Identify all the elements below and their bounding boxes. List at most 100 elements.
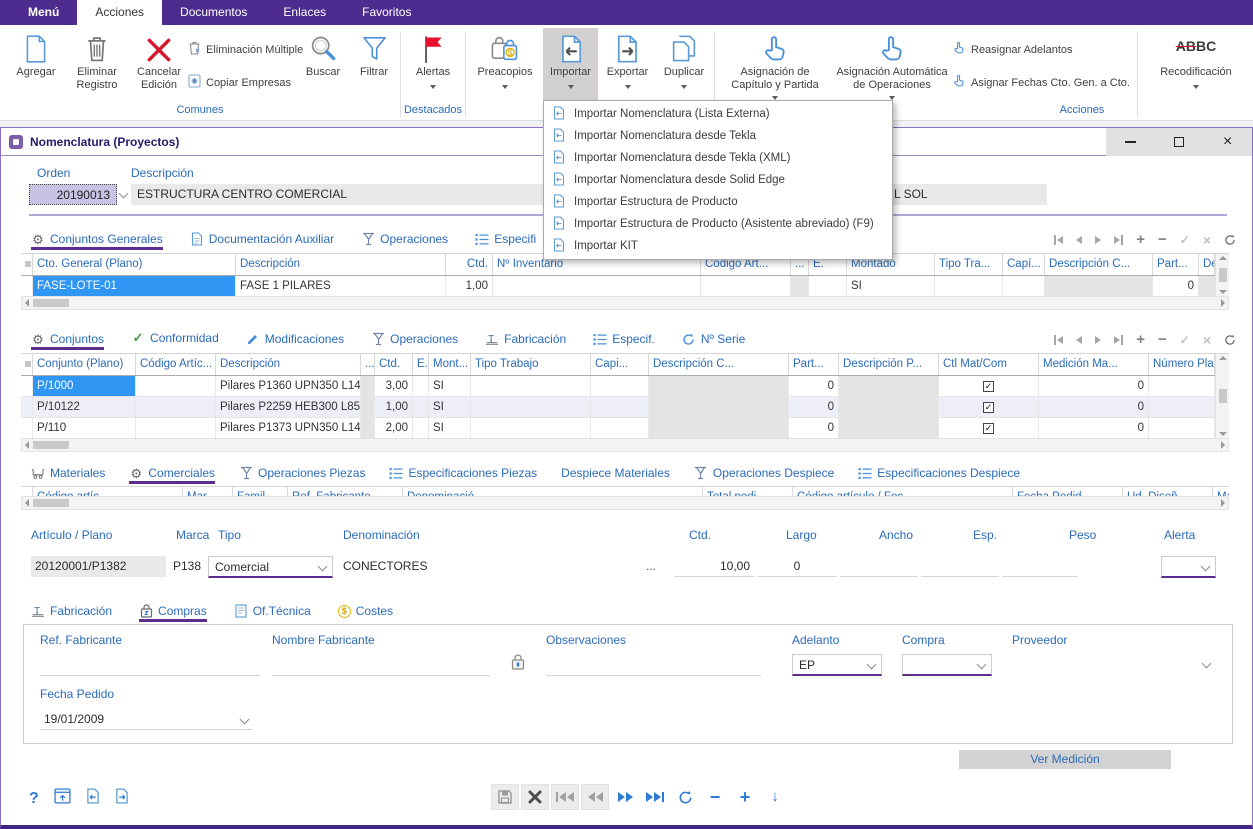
cell-ctl-matcom[interactable]: ✓ (939, 418, 1039, 438)
proveedor-select[interactable] (1012, 654, 1212, 676)
tab-operaciones-2[interactable]: Operaciones (371, 332, 458, 350)
column-header[interactable]: Ref. Fabricante (288, 487, 403, 496)
cell-montado[interactable]: SI (429, 376, 471, 396)
menu-item-importar-kit[interactable]: Importar KIT (544, 235, 892, 257)
cell-ctd[interactable]: 1,00 (446, 276, 493, 296)
import-page-icon[interactable] (86, 788, 100, 809)
alertas-button[interactable]: Alertas (404, 28, 462, 100)
agregar-button[interactable]: Agregar (8, 28, 64, 100)
column-header[interactable]: Descripción C... (1045, 254, 1153, 275)
lock-icon[interactable] (510, 653, 526, 676)
cell-ctd[interactable]: 2,00 (375, 418, 413, 438)
compra-select[interactable] (902, 654, 992, 676)
column-header[interactable]: Conjunto (Plano) (33, 354, 136, 375)
grid2-row-1[interactable]: P/1000 Pilares P1360 UPN350 L14980 3,00 … (21, 376, 1229, 397)
cell-descripcion-p[interactable] (839, 397, 939, 417)
cell-conjunto[interactable]: P/1000 (33, 376, 136, 396)
column-header[interactable]: Famil... (233, 487, 288, 496)
tab-conjuntos-generales[interactable]: ⚙Conjuntos Generales (31, 232, 163, 250)
tab-especificaciones-despiece[interactable]: Especificaciones Despiece (858, 466, 1020, 484)
cell-capitulo[interactable] (591, 397, 649, 417)
help-icon[interactable]: ? (29, 790, 39, 808)
tab-fabricacion-4[interactable]: Fabricación (31, 604, 112, 622)
cell-descripcion[interactable]: Pilares P2259 HEB300 L8566 (216, 397, 361, 417)
next-record-icon[interactable] (1095, 236, 1101, 244)
tab-fabricacion-2[interactable]: Fabricación (485, 332, 566, 350)
fecha-pedido-select[interactable]: 19/01/2009 (40, 709, 252, 730)
prev-record-icon[interactable] (1076, 336, 1082, 344)
column-header[interactable]: Mont... (429, 354, 471, 375)
preacopios-button[interactable]: $ Preacopios (469, 28, 541, 100)
largo-input[interactable]: 0 (757, 556, 837, 577)
cell-cto-general[interactable]: FASE-LOTE-01 (33, 276, 236, 296)
column-header[interactable]: Part... (789, 354, 839, 375)
cell-dots[interactable] (361, 418, 375, 438)
cell-ctd[interactable]: 1,00 (375, 397, 413, 417)
menu-tab-acciones[interactable]: Acciones (77, 0, 162, 25)
cell-descripcion-c[interactable] (1045, 276, 1153, 296)
cell-ctl-matcom[interactable]: ✓ (939, 376, 1039, 396)
menu-tab-menu[interactable]: Menú (10, 0, 77, 25)
menu-item-importar-estructura-asistente[interactable]: Importar Estructura de Producto (Asisten… (544, 213, 892, 235)
menu-item-importar-nomenclatura-lista-externa[interactable]: Importar Nomenclatura (Lista Externa) (544, 103, 892, 125)
eliminacion-multiple-button[interactable]: Eliminación Múltiple (188, 41, 303, 58)
adelanto-select[interactable]: EP (792, 654, 882, 676)
grid1-row[interactable]: FASE-LOTE-01 FASE 1 PILARES 1,00 SI 0 (21, 276, 1229, 297)
tab-of-tecnica[interactable]: Of.Técnica (234, 604, 311, 622)
save-button[interactable] (491, 784, 519, 810)
column-header[interactable]: Part... (1153, 254, 1199, 275)
first-record-icon[interactable] (1054, 235, 1063, 245)
column-header[interactable]: Descripción C... (649, 354, 789, 375)
column-header[interactable]: Capí... (1003, 254, 1045, 275)
ancho-input[interactable] (840, 556, 918, 577)
cell-descripcion[interactable]: Pilares P1360 UPN350 L14980 (216, 376, 361, 396)
cancelar-edicion-button[interactable]: Cancelar Edición (130, 28, 188, 100)
cell-numero-plano[interactable] (1149, 418, 1215, 438)
tab-documentacion-auxiliar[interactable]: Documentación Auxiliar (190, 232, 334, 250)
column-header[interactable]: Descripción P... (839, 354, 939, 375)
cell-dots[interactable] (791, 276, 809, 296)
ver-medicion-button[interactable]: Ver Medición (959, 750, 1171, 769)
cell-capitulo[interactable] (1003, 276, 1045, 296)
orden-input[interactable]: 20190013 (29, 184, 117, 205)
cell-medicion[interactable]: 0 (1039, 418, 1149, 438)
cancel-icon[interactable]: × (1203, 332, 1211, 348)
tab-operaciones-piezas[interactable]: Operaciones Piezas (239, 466, 365, 484)
cell-conjunto[interactable]: P/10122 (33, 397, 136, 417)
cell-codigo[interactable] (701, 276, 791, 296)
column-header[interactable]: Ctl Mat/Com (939, 354, 1039, 375)
cell-codigo[interactable] (136, 418, 216, 438)
column-header[interactable]: Código artículo / Fec... (793, 487, 1013, 496)
column-header[interactable]: Cto. General (Plano) (33, 254, 236, 275)
exportar-button[interactable]: Exportar (600, 28, 655, 100)
grid2-row-3[interactable]: P/110 Pilares P1373 UPN350 L14637 2,00 S… (21, 418, 1229, 439)
cell-dots[interactable] (361, 376, 375, 396)
grid2-row-2[interactable]: P/10122 Pilares P2259 HEB300 L8566 1,00 … (21, 397, 1229, 418)
menu-tab-documentos[interactable]: Documentos (162, 0, 265, 25)
tab-compras[interactable]: Compras (139, 604, 207, 622)
tab-num-serie[interactable]: Nº Serie (682, 332, 745, 350)
cell-numero-plano[interactable] (1149, 376, 1215, 396)
column-header[interactable]: ... (361, 354, 375, 375)
column-header[interactable]: Tipo Tra... (935, 254, 1003, 275)
esp-input[interactable] (921, 556, 999, 577)
orden-dropdown-icon[interactable] (119, 189, 129, 199)
column-header[interactable]: Código artíc... (33, 487, 183, 496)
cell-descripcion-p[interactable] (839, 376, 939, 396)
checkbox-checked-icon[interactable]: ✓ (983, 381, 994, 392)
collapse-button[interactable]: − (701, 784, 729, 810)
row-selector[interactable] (21, 376, 33, 396)
tab-despiece-materiales[interactable]: Despiece Materiales (561, 466, 670, 484)
cancel-x-button[interactable] (521, 784, 549, 810)
remove-record-icon[interactable]: − (1158, 334, 1167, 346)
copiar-empresas-button[interactable]: Copiar Empresas (188, 74, 291, 91)
last-record-icon[interactable] (1114, 335, 1123, 345)
cell-descripcion-c[interactable] (649, 397, 789, 417)
tab-costes[interactable]: $Costes (338, 604, 393, 622)
buscar-button[interactable]: Buscar (297, 28, 349, 100)
peso-input[interactable] (1002, 556, 1078, 577)
filtrar-button[interactable]: Filtrar (351, 28, 397, 100)
grid2-vertical-scrollbar[interactable] (1215, 354, 1229, 438)
ctd-input[interactable]: 10,00 (674, 556, 754, 577)
asignacion-automatica-button[interactable]: Asignación Automática de Operaciones (833, 28, 951, 100)
